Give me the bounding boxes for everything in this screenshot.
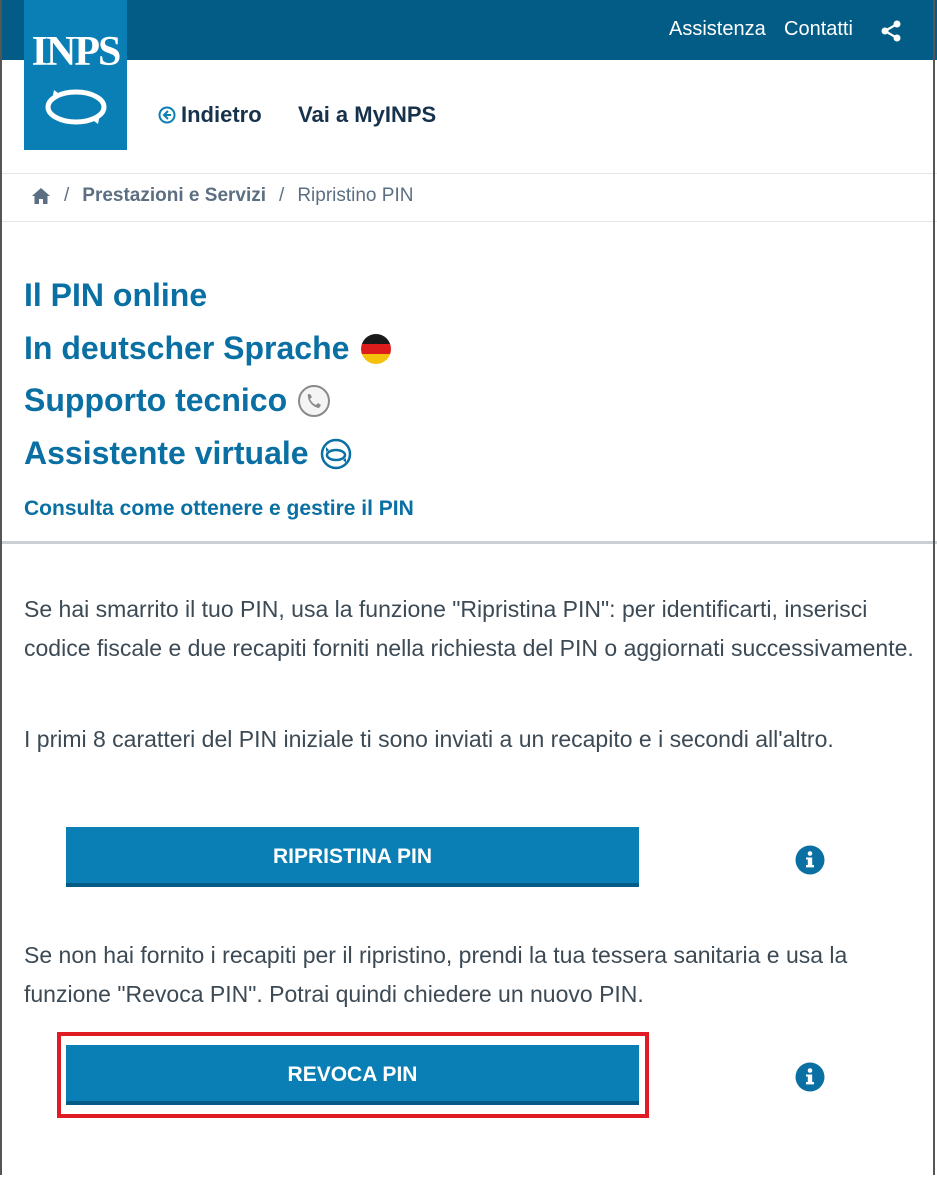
home-icon[interactable]	[31, 187, 51, 205]
breadcrumb: / Prestazioni e Servizi / Ripristino PIN	[31, 185, 413, 207]
pin-online-link[interactable]: Il PIN online	[24, 277, 207, 314]
chat-bot-icon	[320, 438, 351, 469]
info-icon[interactable]	[795, 845, 825, 875]
back-link-label: Indietro	[181, 102, 262, 127]
pin-online-label: Il PIN online	[24, 277, 208, 313]
share-icon[interactable]	[880, 20, 902, 42]
ripristina-pin-button[interactable]: RIPRISTINA PIN	[66, 827, 639, 887]
contatti-link[interactable]: Contatti	[784, 18, 853, 41]
top-bar: Assistenza Contatti	[0, 0, 937, 60]
myinps-link[interactable]: Vai a MyINPS	[298, 102, 436, 128]
logo-swirl-icon	[45, 89, 107, 125]
assistente-virtuale-link[interactable]: Assistente virtuale	[24, 435, 353, 472]
breadcrumb-prestazioni[interactable]: Prestazioni e Servizi	[82, 185, 266, 207]
german-flag-icon	[361, 333, 392, 364]
logo-text: INPS	[31, 29, 122, 75]
supporto-label: Supporto tecnico	[24, 382, 288, 418]
header-divider	[0, 173, 937, 174]
assistenza-link[interactable]: Assistenza	[669, 18, 766, 41]
revoca-description: Se non hai fornito i recapiti per il rip…	[24, 942, 848, 1007]
inps-logo[interactable]: INPS	[24, 0, 127, 150]
back-link[interactable]: Indietro	[158, 102, 262, 128]
pin-split-description: I primi 8 caratteri del PIN iniziale ti …	[24, 726, 834, 752]
breadcrumb-divider	[0, 221, 937, 222]
breadcrumb-separator: /	[64, 185, 70, 206]
section-divider	[0, 541, 937, 544]
consulta-pin-link[interactable]: Consulta come ottenere e gestire il PIN	[24, 497, 414, 521]
supporto-tecnico-link[interactable]: Supporto tecnico	[24, 382, 331, 419]
deutsch-link[interactable]: In deutscher Sprache	[24, 330, 393, 367]
deutsch-label: In deutscher Sprache	[24, 330, 350, 366]
phone-icon	[298, 384, 331, 417]
breadcrumb-current: Ripristino PIN	[297, 185, 414, 206]
back-arrow-icon	[158, 106, 176, 124]
revoca-pin-button[interactable]: REVOCA PIN	[66, 1045, 639, 1105]
info-icon[interactable]	[795, 1062, 825, 1092]
assistente-label: Assistente virtuale	[24, 435, 309, 471]
breadcrumb-separator: /	[279, 185, 285, 206]
ripristino-description: Se hai smarrito il tuo PIN, usa la funzi…	[24, 596, 914, 661]
